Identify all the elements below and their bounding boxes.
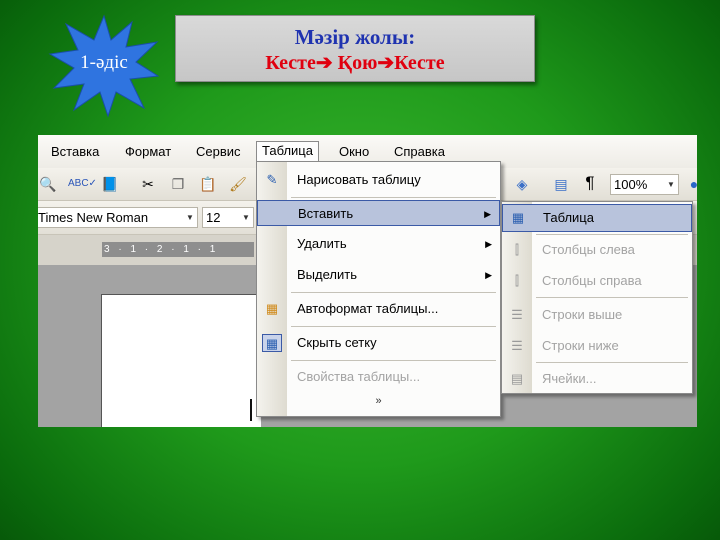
word-screenshot: Вставка Формат Сервис Таблица Окно Справ… xyxy=(38,135,697,427)
rows-above-icon: ☰ xyxy=(511,307,523,322)
help-icon[interactable]: ● xyxy=(684,175,697,195)
document-map-icon[interactable]: ▤ xyxy=(551,175,571,195)
document-page[interactable] xyxy=(101,294,261,427)
menu-separator xyxy=(291,197,496,198)
menu-item-label: Нарисовать таблицу xyxy=(297,172,421,187)
submenu-item-label: Столбцы слева xyxy=(542,242,635,257)
submenu-arrow-icon: ▶ xyxy=(484,209,491,219)
menu-item-label: Свойства таблицы... xyxy=(297,369,421,384)
menu-item-delete[interactable]: Удалить ▶ xyxy=(257,231,500,257)
menu-separator xyxy=(291,360,496,361)
table-menu: ✎ Нарисовать таблицу Вставить ▶ Удалить … xyxy=(256,161,501,417)
font-value: Times New Roman xyxy=(38,210,149,225)
menu-window[interactable]: Окно xyxy=(334,143,374,163)
menu-item-label: Удалить xyxy=(297,236,347,251)
menu-separator xyxy=(536,234,688,235)
menu-item-table-properties[interactable]: Свойства таблицы... xyxy=(257,364,500,390)
insert-table-icon: ▦ xyxy=(511,210,525,225)
zoom-select[interactable]: 100% ▼ xyxy=(610,174,679,195)
submenu-item-columns-right[interactable]: ⫿ Столбцы справа xyxy=(502,268,692,294)
menu-separator xyxy=(291,292,496,293)
menu-help[interactable]: Справка xyxy=(389,143,450,163)
method-label: 1-әдіс xyxy=(80,52,128,73)
chevron-down-icon: ▼ xyxy=(186,213,194,222)
submenu-item-label: Строки ниже xyxy=(542,338,619,353)
drawing-icon[interactable]: ◈ xyxy=(512,175,532,195)
title-menu-path: Кесте➔ Қою➔Кесте xyxy=(265,52,445,74)
submenu-item-label: Столбцы справа xyxy=(542,273,642,288)
hide-gridlines-icon: ▦ xyxy=(262,334,282,352)
title-box: Мәзір жолы: Кесте➔ Қою➔Кесте xyxy=(175,15,535,82)
menu-item-insert[interactable]: Вставить ▶ xyxy=(257,200,500,226)
print-preview-icon[interactable]: 🔍 xyxy=(38,175,58,195)
cells-icon: ▤ xyxy=(510,371,524,386)
chevron-down-icon: ▼ xyxy=(242,213,250,222)
rows-below-icon: ☰ xyxy=(511,338,523,353)
cut-icon[interactable]: ✂ xyxy=(138,175,158,195)
text-cursor xyxy=(250,399,252,421)
submenu-item-label: Строки выше xyxy=(542,307,623,322)
research-icon[interactable]: 📘 xyxy=(100,175,120,195)
expand-menu-button[interactable]: » xyxy=(257,395,500,407)
menu-separator xyxy=(536,297,688,298)
submenu-item-label: Таблица xyxy=(543,210,594,225)
font-size-value: 12 xyxy=(206,210,221,225)
copy-icon[interactable]: ❐ xyxy=(168,175,188,195)
menu-insert[interactable]: Вставка xyxy=(46,143,104,163)
menu-separator xyxy=(536,362,688,363)
format-painter-icon[interactable]: 🖌 xyxy=(228,175,248,195)
method-badge: 1-әдіс xyxy=(48,14,160,118)
menu-item-label: Вставить xyxy=(298,206,354,221)
menu-item-label: Автоформат таблицы... xyxy=(297,301,439,316)
menu-format[interactable]: Формат xyxy=(120,143,176,163)
menu-item-select[interactable]: Выделить ▶ xyxy=(257,262,500,288)
submenu-item-label: Ячейки... xyxy=(542,371,597,386)
submenu-item-columns-left[interactable]: ⫿ Столбцы слева xyxy=(502,237,692,263)
insert-submenu: ▦ Таблица ⫿ Столбцы слева ⫿ Столбцы спра… xyxy=(501,201,693,394)
table-autoformat-icon: ▦ xyxy=(265,301,279,316)
paste-icon[interactable]: 📋 xyxy=(198,175,218,195)
font-size-select[interactable]: 12 ▼ xyxy=(202,207,254,228)
submenu-item-cells[interactable]: ▤ Ячейки... xyxy=(502,366,692,392)
columns-right-icon: ⫿ xyxy=(514,273,520,288)
submenu-item-table[interactable]: ▦ Таблица xyxy=(502,204,692,232)
submenu-arrow-icon: ▶ xyxy=(485,270,492,280)
ruler-scale: 3 · 1 · 2 · 1 · 1 xyxy=(102,242,254,257)
chevron-down-icon: ▼ xyxy=(667,180,675,189)
columns-left-icon: ⫿ xyxy=(514,242,520,257)
show-hide-button[interactable]: ¶ xyxy=(580,174,600,194)
title-menu-bar: Мәзір жолы: xyxy=(294,25,416,49)
menu-item-table-autoformat[interactable]: ▦ Автоформат таблицы... xyxy=(257,296,500,322)
font-select[interactable]: Times New Roman ▼ xyxy=(38,207,198,228)
submenu-arrow-icon: ▶ xyxy=(485,239,492,249)
menu-tools[interactable]: Сервис xyxy=(191,143,246,163)
spelling-icon[interactable]: ABC✓ xyxy=(68,175,97,195)
draw-table-icon: ✎ xyxy=(266,172,278,187)
menu-separator xyxy=(291,326,496,327)
menu-item-draw-table[interactable]: ✎ Нарисовать таблицу xyxy=(257,167,500,193)
menu-item-label: Скрыть сетку xyxy=(297,335,377,350)
menu-item-hide-gridlines[interactable]: ▦ Скрыть сетку xyxy=(257,330,500,356)
zoom-value: 100% xyxy=(614,177,648,192)
submenu-item-rows-above[interactable]: ☰ Строки выше xyxy=(502,302,692,328)
menu-item-label: Выделить xyxy=(297,267,357,282)
submenu-item-rows-below[interactable]: ☰ Строки ниже xyxy=(502,333,692,359)
